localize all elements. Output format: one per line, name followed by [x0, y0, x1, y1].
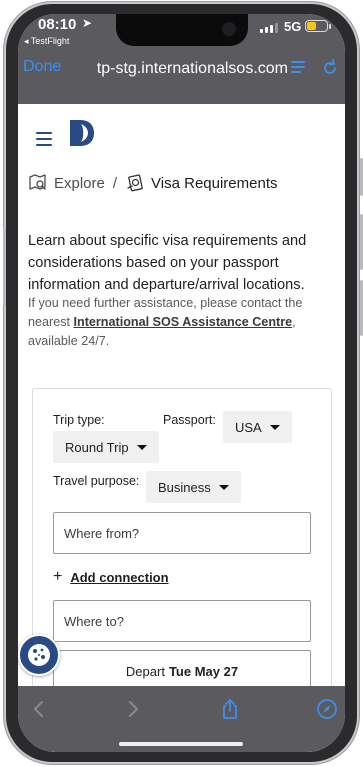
help-text: If you need further assistance, please c… — [28, 294, 333, 351]
url-bar[interactable]: tp-stg.internationalsos.com — [66, 56, 288, 82]
location-arrow-icon: ➤ — [82, 16, 93, 30]
cookie-icon — [28, 644, 50, 666]
travel-purpose-dropdown[interactable]: Business — [146, 471, 241, 503]
chevron-down-icon — [136, 444, 147, 450]
map-search-icon — [29, 174, 46, 190]
breadcrumb-separator: / — [112, 174, 118, 192]
compass-icon[interactable] — [316, 698, 338, 720]
trip-type-value: Round Trip — [65, 439, 129, 455]
share-icon[interactable] — [219, 698, 241, 720]
intro-text: Learn about specific visa requirements a… — [28, 233, 307, 293]
where-from-input[interactable] — [53, 512, 311, 554]
breadcrumb-current-page: Visa Requirements — [151, 174, 278, 192]
hamburger-menu-icon[interactable] — [36, 132, 54, 146]
battery-level — [307, 22, 316, 30]
add-connection-label: Add connection — [70, 569, 169, 585]
done-button[interactable]: Done — [23, 58, 61, 76]
reader-mode-icon[interactable] — [288, 58, 308, 78]
front-camera — [222, 22, 236, 36]
back-to-app-link[interactable]: ◂ TestFlight — [24, 36, 69, 47]
reload-icon[interactable] — [320, 58, 340, 78]
battery-icon — [305, 20, 328, 32]
back-icon[interactable] — [28, 698, 50, 720]
chevron-down-icon — [269, 424, 280, 430]
travel-purpose-label: Travel purpose: — [53, 474, 140, 488]
trip-type-label: Trip type: — [53, 413, 105, 427]
browser-bottom-toolbar — [18, 686, 345, 752]
assistance-centre-link[interactable]: International SOS Assistance Centre — [74, 315, 293, 329]
forward-icon[interactable] — [122, 698, 144, 720]
network-type: 5G — [284, 19, 302, 34]
status-time: 08:10 — [38, 16, 77, 33]
breadcrumb: Explore / Visa Requirements — [28, 172, 277, 194]
site-header — [18, 104, 345, 174]
breadcrumb-explore-link[interactable]: Explore — [54, 175, 105, 192]
depart-label: Depart — [125, 663, 165, 679]
cookie-settings-button[interactable] — [18, 634, 60, 676]
travel-purpose-value: Business — [158, 479, 211, 495]
signal-icon — [260, 23, 278, 33]
where-to-input[interactable] — [53, 600, 311, 642]
passport-value: USA — [235, 419, 262, 435]
chevron-down-icon — [218, 484, 229, 490]
passport-dropdown[interactable]: USA — [223, 411, 292, 443]
browser-top-bar: 08:10 ➤ ◂ TestFlight 5G Done tp-stg.inte… — [18, 14, 345, 104]
trip-type-dropdown[interactable]: Round Trip — [53, 431, 159, 463]
plus-icon: + — [53, 568, 63, 585]
home-indicator — [119, 742, 243, 746]
add-connection-button[interactable]: + Add connection — [53, 569, 169, 585]
phone-side-button — [3, 228, 6, 306]
battery-cap — [329, 24, 331, 29]
passport-label: Passport: — [163, 413, 216, 427]
depart-date: Tue May 27 — [168, 663, 239, 679]
passport-icon — [127, 174, 143, 192]
phone-screen: 08:10 ➤ ◂ TestFlight 5G Done tp-stg.inte… — [18, 14, 345, 752]
international-sos-logo[interactable] — [68, 118, 96, 148]
